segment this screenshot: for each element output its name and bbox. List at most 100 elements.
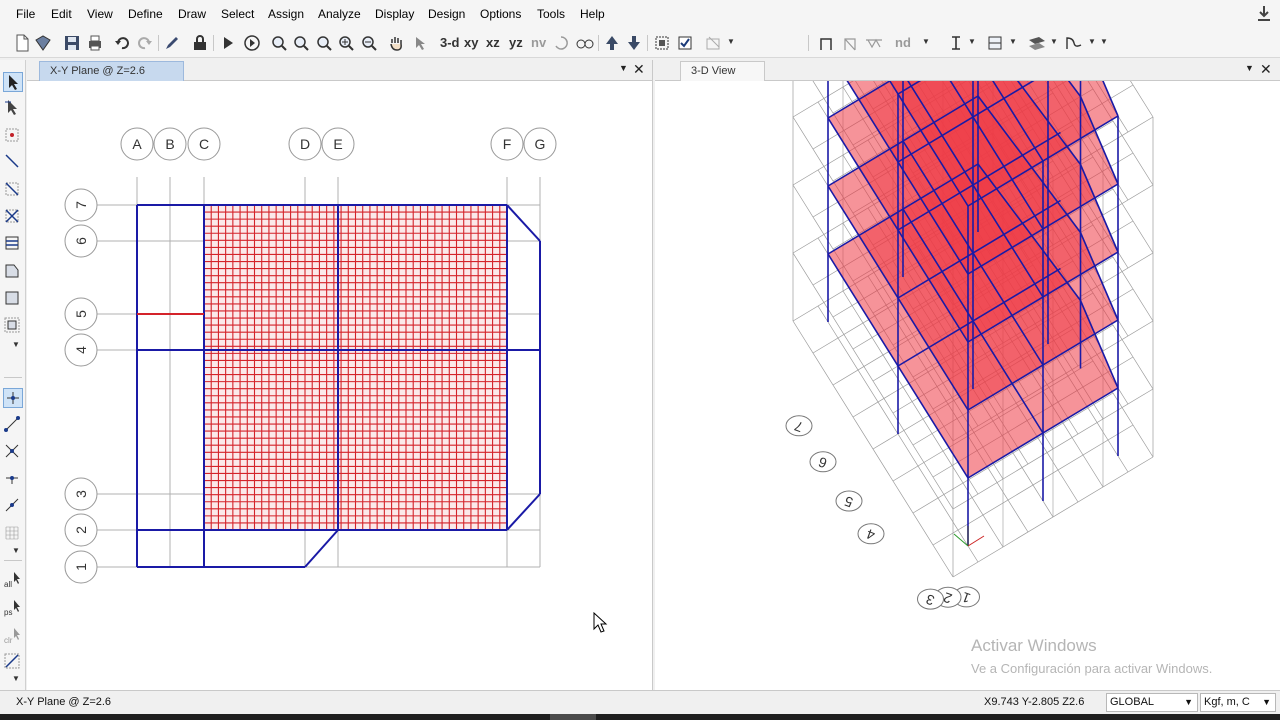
menu-bar: File Edit View Define Draw Select Assign… [0, 0, 1280, 29]
plan-view-window[interactable]: X-Y Plane @ Z=2.6 ▼ ✕ A B C D E F G 7 6 5 4 3 2 1 [27, 60, 653, 690]
run-step-icon[interactable] [241, 32, 263, 54]
quick-draw-area-icon[interactable] [3, 316, 23, 336]
draw-area-icon[interactable] [3, 262, 23, 282]
taskbar [0, 714, 1280, 720]
menu-edit[interactable]: Edit [51, 7, 72, 21]
menu-assign[interactable]: Assign [268, 7, 304, 21]
zoom-out-icon[interactable] [359, 32, 379, 54]
object-shrink-icon[interactable] [652, 32, 672, 54]
units-select[interactable]: Kgf, m, C ▼ [1200, 693, 1276, 712]
3d-view-canvas[interactable]: 1234567 [655, 81, 1280, 690]
draw-more-dropdown[interactable]: ▼ [12, 340, 20, 349]
menu-analyze[interactable]: Analyze [318, 7, 361, 21]
zoom-window-icon[interactable] [269, 32, 289, 54]
frame-beam [506, 204, 541, 242]
zoom-restore-icon[interactable] [291, 32, 311, 54]
draw-line-icon[interactable] [3, 152, 23, 172]
tab-3d-view[interactable]: 3-D View [680, 61, 765, 81]
3d-close-button[interactable]: ✕ [1260, 61, 1272, 78]
clear-selection-icon[interactable]: clr [3, 626, 23, 646]
view-nv-button[interactable]: nv [531, 35, 546, 50]
coordinate-system-select[interactable]: GLOBAL ▼ [1106, 693, 1198, 712]
move-up-icon[interactable] [602, 32, 622, 54]
plan-view-canvas[interactable]: A B C D E F G 7 6 5 4 3 2 1 [27, 81, 653, 690]
snap-lines-icon[interactable] [3, 496, 23, 516]
grid-bubble-f: F [490, 127, 524, 161]
draw-secondary-beams-icon[interactable] [3, 234, 23, 254]
pan-hand-icon[interactable] [386, 32, 406, 54]
deformed-shape-icon[interactable] [1063, 32, 1085, 54]
snap-more-dropdown[interactable]: ▼ [12, 546, 20, 555]
3d-view-window[interactable]: 3-D View ▼ ✕ 1234567 [655, 60, 1280, 690]
tab-plan-view[interactable]: X-Y Plane @ Z=2.6 [39, 61, 184, 81]
text-cursor-icon[interactable] [946, 32, 966, 54]
draw-line-region-icon[interactable] [3, 180, 23, 200]
snap-perpendicular-icon[interactable] [3, 469, 23, 489]
download-icon[interactable] [1256, 5, 1272, 23]
deformed-dropdown[interactable]: ▼ [1088, 37, 1096, 46]
menu-options[interactable]: Options [480, 7, 521, 21]
intersecting-line-select-icon[interactable] [3, 652, 23, 672]
grid-bubble-c: C [187, 127, 221, 161]
menu-file[interactable]: File [16, 7, 35, 21]
view-nd-button[interactable]: nd [895, 35, 911, 50]
display-options-icon[interactable] [703, 32, 723, 54]
draw-dropdown[interactable]: ▼ [922, 37, 930, 46]
toolbar-separator [808, 35, 809, 51]
window-menu-dropdown[interactable]: ▼ [619, 63, 628, 73]
view-xz-button[interactable]: xz [486, 35, 500, 50]
draw-rectangle-area-icon[interactable] [3, 289, 23, 309]
previous-selection-icon[interactable]: ps [3, 598, 23, 618]
zoom-in-icon[interactable] [336, 32, 356, 54]
menu-tools[interactable]: Tools [537, 7, 565, 21]
snap-intersections-icon[interactable] [3, 442, 23, 462]
menu-help[interactable]: Help [580, 7, 605, 21]
draw-beam-icon[interactable] [862, 32, 886, 54]
assign-shell-icon[interactable] [1026, 32, 1048, 54]
assign-dropdown[interactable]: ▼ [1050, 37, 1058, 46]
display-options-dropdown[interactable]: ▼ [727, 37, 735, 46]
select-all-icon[interactable]: all [3, 570, 23, 590]
reshape-icon[interactable] [3, 98, 23, 118]
view-yz-button[interactable]: yz [509, 35, 523, 50]
save-icon[interactable] [62, 32, 82, 54]
zoom-extents-icon[interactable] [314, 32, 334, 54]
print-icon[interactable] [85, 32, 105, 54]
grid-bubble-label: 2 [73, 526, 89, 534]
undo-icon[interactable] [112, 32, 132, 54]
check-icon[interactable] [675, 32, 695, 54]
lock-icon[interactable] [190, 32, 210, 54]
move-down-icon[interactable] [624, 32, 644, 54]
open-model-icon[interactable] [33, 32, 53, 54]
section-dropdown[interactable]: ▼ [1009, 37, 1017, 46]
select-more-dropdown[interactable]: ▼ [12, 674, 20, 683]
perspective-icon[interactable] [574, 32, 596, 54]
menu-draw[interactable]: Draw [178, 7, 206, 21]
view-xy-button[interactable]: xy [464, 35, 478, 50]
snap-fine-grid-icon[interactable] [3, 524, 23, 544]
menu-select[interactable]: Select [221, 7, 254, 21]
menu-design[interactable]: Design [428, 7, 465, 21]
draw-brace-icon[interactable] [840, 32, 860, 54]
snap-ends-icon[interactable] [3, 415, 23, 435]
pencil-icon[interactable] [162, 32, 182, 54]
draw-joint-icon[interactable] [3, 126, 23, 146]
draw-frame-icon[interactable] [816, 32, 836, 54]
window-menu-dropdown[interactable]: ▼ [1245, 63, 1254, 73]
menu-view[interactable]: View [87, 7, 113, 21]
view-3d-button[interactable]: 3-d [440, 35, 460, 50]
menu-define[interactable]: Define [128, 7, 163, 21]
select-pointer-icon[interactable] [3, 72, 23, 92]
draw-braces-icon[interactable] [3, 207, 23, 227]
toolbar-overflow[interactable]: ▼ [1100, 37, 1108, 46]
snap-points-icon[interactable] [3, 388, 23, 408]
section-cut-icon[interactable] [985, 32, 1005, 54]
redo-icon[interactable] [135, 32, 155, 54]
pointer-move-icon[interactable] [410, 32, 430, 54]
rotate-3d-icon[interactable] [552, 32, 570, 54]
run-analysis-icon[interactable] [218, 32, 238, 54]
new-model-icon[interactable] [12, 32, 32, 54]
text-dropdown[interactable]: ▼ [968, 37, 976, 46]
menu-display[interactable]: Display [375, 7, 414, 21]
plan-close-button[interactable]: ✕ [633, 61, 645, 78]
